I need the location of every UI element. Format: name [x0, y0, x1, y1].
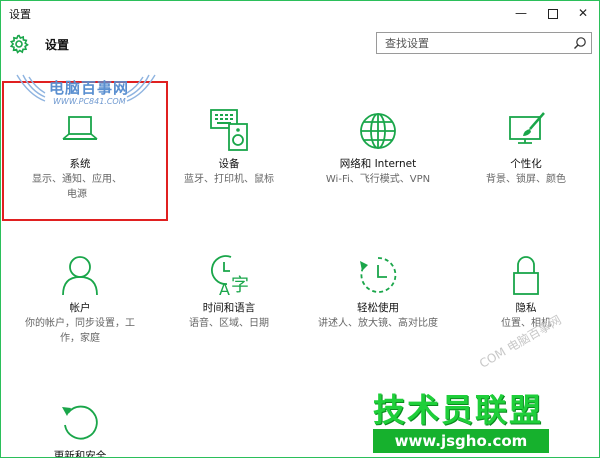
tile-personalization[interactable]: 个性化 背景、锁屏、颜色 — [451, 109, 599, 187]
tile-name: 帐户 — [69, 302, 91, 314]
wing-icon — [126, 74, 156, 102]
page-title: 设置 — [45, 38, 70, 52]
tile-name: 设备 — [218, 158, 240, 170]
tile-time-language[interactable]: A 字 时间和语言 语音、区域、日期 — [154, 253, 304, 331]
tile-description: 背景、锁屏、颜色 — [486, 174, 566, 185]
title-bar: 设置 — ✕ — [1, 1, 599, 25]
tile-name: 隐私 — [515, 302, 537, 314]
tile-devices[interactable]: 设备 蓝牙、打印机、鼠标 — [154, 109, 304, 187]
tile-name: 网络和 Internet — [339, 158, 417, 170]
search-input[interactable] — [377, 33, 575, 53]
ease-of-access-icon — [360, 257, 397, 293]
search-box[interactable] — [376, 32, 592, 54]
paintbrush-icon — [509, 112, 545, 144]
maximize-icon — [548, 8, 558, 19]
tile-update-security[interactable]: 更新和安全 — [5, 401, 155, 458]
wing-icon — [16, 74, 46, 102]
tile-description: 语音、区域、日期 — [189, 318, 269, 329]
maximize-button[interactable] — [536, 1, 570, 25]
watermark-brand-url: www.jsgho.com — [373, 429, 549, 453]
tile-description: 蓝牙、打印机、鼠标 — [184, 174, 274, 185]
devices-icon — [210, 109, 248, 151]
svg-text:A: A — [219, 280, 230, 297]
watermark-logo-text: 电脑百事网 — [49, 79, 130, 97]
tile-accounts[interactable]: 帐户 你的帐户，同步设置，工作，家庭 — [5, 253, 155, 346]
tile-name: 轻松使用 — [357, 302, 399, 314]
tile-privacy[interactable]: 隐私 位置、相机 — [451, 253, 599, 331]
tile-description: Wi-Fi、飞行模式、VPN — [325, 174, 431, 185]
close-button[interactable]: ✕ — [566, 1, 599, 25]
close-icon: ✕ — [577, 6, 589, 20]
time-language-icon: A 字 — [211, 255, 249, 297]
minimize-icon: — — [515, 6, 527, 20]
tile-name: 更新和安全 — [53, 450, 107, 458]
watermark-brand: 技术员联盟 — [373, 391, 544, 429]
globe-icon — [360, 113, 396, 149]
tile-description: 讲述人、放大镜、高对比度 — [318, 318, 438, 329]
settings-window: 设置 — ✕ 设置 系统 显示、通知、应用、电源 — [0, 0, 600, 458]
svg-text:字: 字 — [231, 275, 249, 296]
person-icon — [62, 256, 98, 296]
update-icon — [62, 405, 98, 440]
watermark-logo: 电脑百事网 WWW.PC841.COM — [9, 67, 159, 119]
tile-ease-of-access[interactable]: 轻松使用 讲述人、放大镜、高对比度 — [303, 253, 453, 331]
watermark-logo-url: WWW.PC841.COM — [53, 97, 126, 106]
minimize-button[interactable]: — — [504, 1, 538, 25]
tile-name: 个性化 — [510, 158, 542, 170]
tile-network[interactable]: 网络和 Internet Wi-Fi、飞行模式、VPN — [303, 109, 453, 187]
search-icon[interactable] — [573, 36, 587, 50]
window-title: 设置 — [9, 8, 31, 21]
tile-name: 时间和语言 — [202, 302, 256, 314]
lock-icon — [513, 256, 539, 295]
gear-icon — [9, 34, 29, 54]
tile-description: 你的帐户，同步设置，工作，家庭 — [25, 318, 135, 344]
